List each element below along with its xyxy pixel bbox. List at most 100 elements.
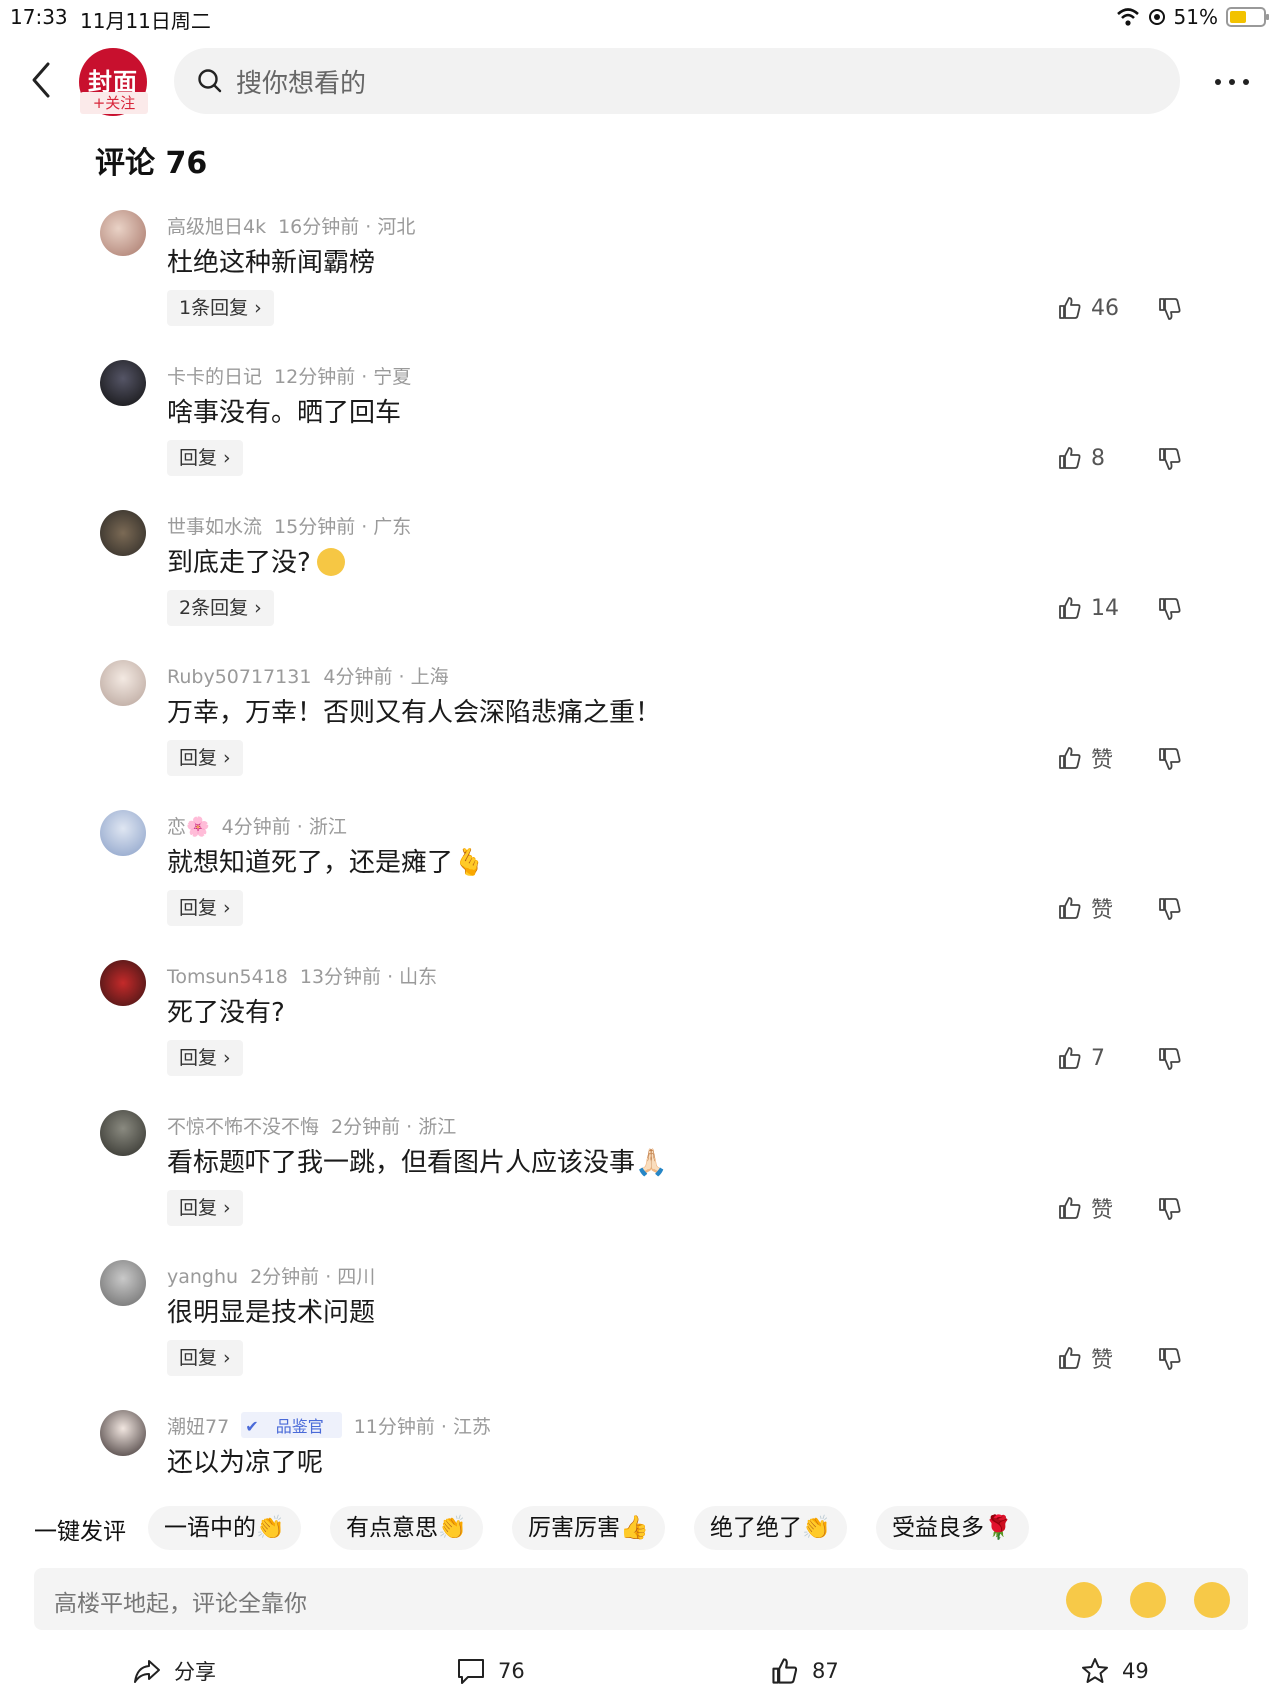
comment-time: 16分钟前 · 河北: [278, 216, 416, 238]
like-button[interactable]: 7: [1057, 1042, 1105, 1074]
comment-time: 2分钟前 · 浙江: [331, 1116, 457, 1138]
share-label: 分享: [174, 1660, 216, 1684]
comment-time: 15分钟前 · 广东: [274, 516, 412, 538]
comment-text: 死了没有?: [167, 998, 285, 1028]
status-bar: 17:33 11月11日周二 51%: [0, 0, 1280, 34]
search-bar[interactable]: 搜你想看的: [174, 48, 1180, 114]
status-right: 51%: [1116, 5, 1269, 29]
comment-time: 12分钟前 · 宁夏: [274, 366, 412, 388]
comment-item: 不惊不怖不没不悔 2分钟前 · 浙江 看标题吓了我一跳，但看图片人应该没事🙏🏻 回…: [0, 1100, 1280, 1250]
reply-button[interactable]: 1条回复 ›: [167, 290, 274, 326]
back-arrow-icon[interactable]: [26, 60, 56, 100]
reply-button[interactable]: 回复 ›: [167, 1340, 243, 1376]
thumbs-down-icon[interactable]: [1157, 892, 1185, 924]
comment-text-content: 到底走了没?: [167, 548, 311, 578]
reply-button[interactable]: 回复 ›: [167, 890, 243, 926]
thumbs-down-icon[interactable]: [1157, 1042, 1185, 1074]
like-count: 87: [812, 1659, 839, 1683]
like-button[interactable]: 赞: [1057, 1342, 1113, 1374]
avatar[interactable]: [100, 960, 146, 1006]
comment-user[interactable]: 高级旭日4k: [167, 216, 266, 238]
avatar[interactable]: [100, 360, 146, 406]
like-count: 8: [1091, 445, 1105, 471]
badge-check-icon: ✔: [245, 1417, 259, 1436]
like-button[interactable]: 赞: [1057, 1192, 1113, 1224]
like-count: 7: [1091, 1045, 1105, 1071]
status-time: 17:33: [10, 5, 68, 29]
favorite-button[interactable]: 49: [1080, 1656, 1149, 1686]
more-options-icon[interactable]: [1212, 68, 1252, 96]
reply-button[interactable]: 2条回复 ›: [167, 590, 274, 626]
thumbs-down-icon[interactable]: [1157, 592, 1185, 624]
follow-button[interactable]: +关注: [80, 92, 148, 114]
reply-button[interactable]: 回复 ›: [167, 740, 243, 776]
comment-input[interactable]: 高楼平地起，评论全靠你: [34, 1568, 1248, 1630]
battery-percent: 51%: [1173, 5, 1218, 29]
avatar[interactable]: [100, 1410, 146, 1456]
starstruck-emoji-icon[interactable]: [1130, 1582, 1166, 1618]
thumbs-down-icon[interactable]: [1157, 292, 1185, 324]
comment-user[interactable]: Ruby50717131: [167, 666, 311, 688]
comment-meta: 不惊不怖不没不悔 2分钟前 · 浙江: [167, 1112, 468, 1139]
quick-comment-chip[interactable]: 绝了绝了👏: [694, 1506, 847, 1550]
comment-user[interactable]: 潮妞77: [167, 1416, 229, 1438]
wifi-icon: [1116, 8, 1139, 26]
comment-meta: 高级旭日4k 16分钟前 · 河北: [167, 212, 427, 239]
comment-meta: 潮妞77 ✔ 品鉴官 11分钟前 · 江苏: [167, 1412, 503, 1439]
avatar[interactable]: [100, 810, 146, 856]
like-button[interactable]: 赞: [1057, 742, 1113, 774]
comment-meta: 世事如水流 15分钟前 · 广东: [167, 512, 423, 539]
comment-count-button[interactable]: 76: [456, 1656, 525, 1686]
comment-time: 4分钟前 · 浙江: [221, 816, 347, 838]
like-button[interactable]: 8: [1057, 442, 1105, 474]
comment-user[interactable]: 世事如水流: [167, 516, 262, 538]
like-count: 赞: [1091, 748, 1114, 773]
comment-text: 看标题吓了我一跳，但看图片人应该没事🙏🏻: [167, 1148, 668, 1178]
quick-comment-label: 一键发评: [34, 1519, 126, 1545]
quick-comment-chip[interactable]: 一语中的👏: [148, 1506, 301, 1550]
share-button[interactable]: 分享: [132, 1656, 216, 1686]
thumbs-up-icon: [1059, 597, 1081, 619]
comment-text: 万幸，万幸！否则又有人会深陷悲痛之重！: [167, 698, 662, 728]
comment-item: 世事如水流 15分钟前 · 广东 到底走了没? 2条回复 › 14: [0, 500, 1280, 650]
comment-user[interactable]: yanghu: [167, 1266, 238, 1288]
comment-time: 13分钟前 · 山东: [299, 966, 438, 988]
comment-user[interactable]: 不惊不怖不没不悔: [167, 1116, 319, 1138]
search-icon: [198, 69, 222, 93]
avatar[interactable]: [100, 1260, 146, 1306]
thumbs-down-icon[interactable]: [1157, 742, 1185, 774]
comment-user[interactable]: 恋🌸: [167, 816, 210, 838]
thumbs-down-icon[interactable]: [1157, 1192, 1185, 1224]
reply-button[interactable]: 回复 ›: [167, 1190, 243, 1226]
badge-label: 品鉴官: [275, 1417, 324, 1436]
thumbs-up-icon: [1059, 747, 1081, 769]
thumbs-down-icon[interactable]: [1157, 442, 1185, 474]
like-button[interactable]: 赞: [1057, 892, 1113, 924]
avatar[interactable]: [100, 210, 146, 256]
comment-item: 高级旭日4k 16分钟前 · 河北 杜绝这种新闻霸榜 1条回复 › 46: [0, 200, 1280, 350]
comment-item: 卡卡的日记 12分钟前 · 宁夏 啥事没有。晒了回车 回复 › 8: [0, 350, 1280, 500]
comment-user[interactable]: Tomsun5418: [167, 966, 288, 988]
like-article-button[interactable]: 87: [770, 1656, 839, 1686]
quick-comment-chip[interactable]: 有点意思👏: [330, 1506, 483, 1550]
grinning-emoji-icon[interactable]: [1194, 1582, 1230, 1618]
location-icon: [1148, 9, 1165, 25]
comment-item: Tomsun5418 13分钟前 · 山东 死了没有? 回复 › 7: [0, 950, 1280, 1100]
like-button[interactable]: 14: [1057, 592, 1119, 624]
reply-button[interactable]: 回复 ›: [167, 1040, 243, 1076]
reply-button[interactable]: 回复 ›: [167, 440, 243, 476]
thumbs-up-icon: [1059, 297, 1081, 319]
laughing-emoji-icon[interactable]: [1066, 1582, 1102, 1618]
bottom-action-bar: 分享 76 87 49: [0, 1648, 1280, 1698]
comment-count: 76: [498, 1659, 525, 1683]
quick-comment-chip[interactable]: 受益良多🌹: [876, 1506, 1029, 1550]
avatar[interactable]: [100, 1110, 146, 1156]
like-button[interactable]: 46: [1057, 292, 1119, 324]
avatar[interactable]: [100, 510, 146, 556]
like-count: 赞: [1091, 1348, 1114, 1373]
quick-comment-chip[interactable]: 厉害厉害👍: [512, 1506, 665, 1550]
thumbs-down-icon[interactable]: [1157, 1342, 1185, 1374]
avatar[interactable]: [100, 660, 146, 706]
comment-user[interactable]: 卡卡的日记: [167, 366, 262, 388]
thumbs-up-icon: [1059, 1047, 1081, 1069]
